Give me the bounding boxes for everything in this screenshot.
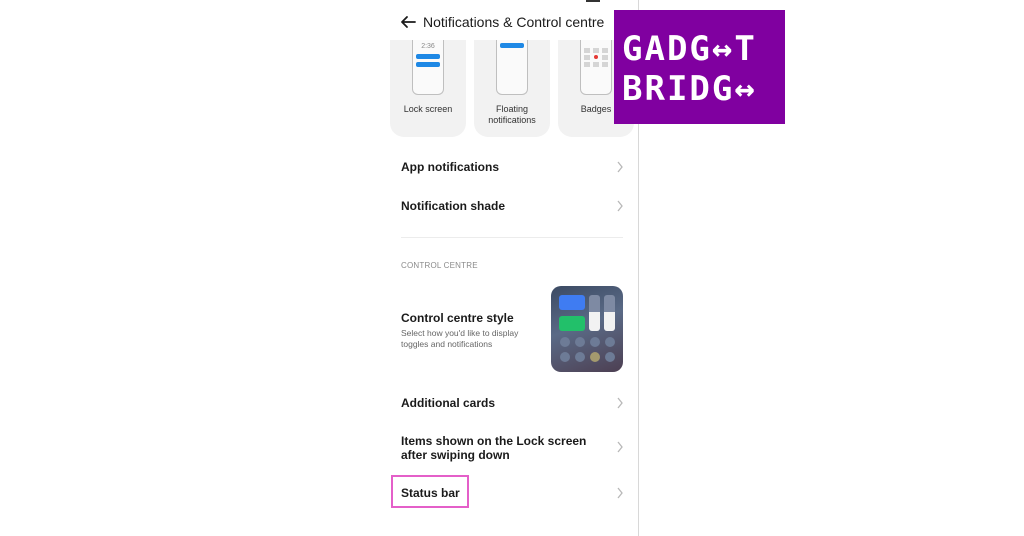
- page-title: Notifications & Control centre: [423, 14, 605, 30]
- item-label: App notifications: [401, 160, 499, 174]
- notification-shade-item[interactable]: Notification shade: [384, 189, 638, 223]
- tile-wifi: [559, 295, 585, 310]
- preview-time: 2:36: [421, 43, 435, 50]
- chevron-right-icon: [617, 397, 623, 409]
- style-card-floating[interactable]: Floating notifications: [474, 40, 550, 137]
- app-dot: [584, 62, 590, 67]
- app-dot: [602, 62, 608, 67]
- section-header-control-centre: CONTROL CENTRE: [401, 261, 478, 270]
- toggle-dot: [560, 337, 570, 347]
- toggle-dot: [590, 337, 600, 347]
- toggle-dot: [575, 337, 585, 347]
- item-label: Items shown on the Lock screen after swi…: [401, 434, 587, 462]
- app-dot: [593, 48, 599, 53]
- app-dot: [602, 55, 608, 60]
- item-label: Notification shade: [401, 199, 506, 213]
- app-notifications-item[interactable]: App notifications: [384, 150, 638, 184]
- chevron-right-icon: [617, 200, 623, 212]
- card-label: Floating notifications: [488, 104, 536, 125]
- toggle-dot: [605, 352, 615, 362]
- toggle-dot: [590, 352, 600, 362]
- additional-cards-item[interactable]: Additional cards: [384, 386, 638, 420]
- slider-fill: [589, 312, 600, 331]
- app-header: Notifications & Control centre: [384, 0, 638, 42]
- phone-screen: Notifications & Control centre 2:36 Lock…: [384, 0, 639, 536]
- app-dot: [584, 48, 590, 53]
- slider-fill: [604, 312, 615, 331]
- badges-preview: [580, 40, 612, 95]
- status-bar-highlight-box: [391, 475, 469, 508]
- app-dot: [584, 55, 590, 60]
- lock-screen-items-item[interactable]: Items shown on the Lock screen after swi…: [384, 426, 638, 470]
- logo-line-1: GADG↔T: [622, 29, 757, 69]
- preview-notification-bar: [416, 54, 440, 59]
- badge-dot: [594, 55, 598, 59]
- floating-preview: [496, 40, 528, 95]
- preview-notification-bar: [416, 62, 440, 67]
- tile-data: [559, 316, 585, 331]
- logo-line-2: BRIDG↔: [622, 69, 757, 109]
- chevron-right-icon: [617, 161, 623, 173]
- item-label: Control centre style: [401, 311, 514, 325]
- toggle-dot: [605, 337, 615, 347]
- chevron-right-icon: [617, 441, 623, 453]
- lock-screen-preview: 2:36: [412, 40, 444, 95]
- gadget-bridge-logo: GADG↔T BRIDG↔: [614, 10, 785, 124]
- notification-style-row: 2:36 Lock screen Floating notifications: [390, 40, 638, 138]
- toggle-dot: [575, 352, 585, 362]
- app-dot: [593, 62, 599, 67]
- card-label: Lock screen: [403, 104, 453, 114]
- chevron-right-icon: [617, 487, 623, 499]
- item-label: Additional cards: [401, 396, 496, 410]
- control-centre-preview: [551, 286, 623, 372]
- back-arrow-icon[interactable]: [399, 13, 417, 31]
- divider: [401, 237, 623, 238]
- app-dot: [602, 48, 608, 53]
- toggle-dot: [560, 352, 570, 362]
- item-subtitle: Select how you'd like to display toggles…: [401, 328, 519, 349]
- preview-notification-bar: [500, 43, 524, 48]
- style-card-lock-screen[interactable]: 2:36 Lock screen: [390, 40, 466, 137]
